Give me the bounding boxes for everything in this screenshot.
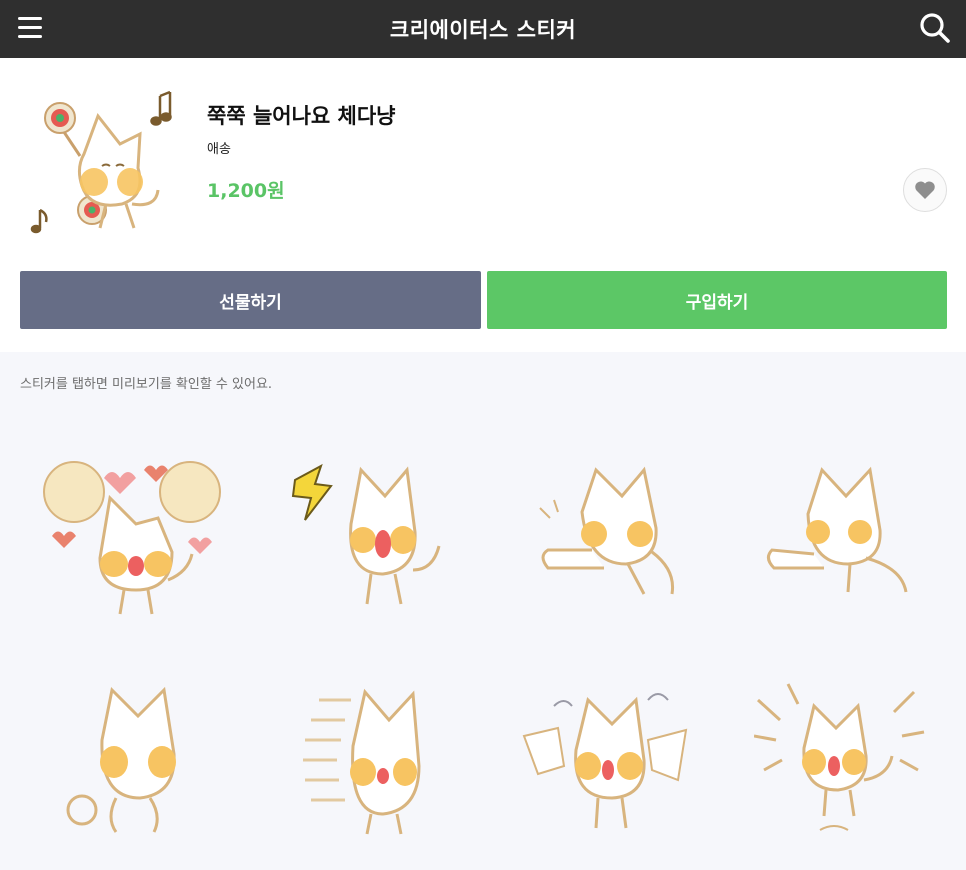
sticker-item[interactable]	[518, 670, 718, 870]
sticker-item[interactable]	[275, 670, 475, 870]
product-panel: 쭉쭉 늘어나요 체다냥 애송 1,200원 선물하기 구입하기	[0, 58, 966, 352]
search-icon[interactable]	[918, 11, 952, 45]
preview-hint: 스티커를 탭하면 미리보기를 확인할 수 있어요.	[20, 377, 273, 392]
buy-button[interactable]: 구입하기	[487, 271, 947, 329]
product-price: 1,200원	[207, 180, 285, 202]
page-title: 크리에이터스 스티커	[389, 18, 577, 42]
sticker-item[interactable]	[518, 440, 718, 640]
sticker-item[interactable]	[32, 670, 232, 870]
sticker-item[interactable]	[753, 670, 954, 870]
sticker-item[interactable]	[32, 440, 232, 640]
hamburger-menu-icon[interactable]	[18, 17, 42, 39]
sticker-item[interactable]	[275, 440, 475, 640]
gift-button[interactable]: 선물하기	[20, 271, 481, 329]
heart-icon	[915, 181, 935, 199]
like-button[interactable]	[903, 168, 947, 212]
sticker-item[interactable]	[754, 440, 954, 640]
top-app-bar: 크리에이터스 스티커	[0, 0, 966, 58]
sticker-grid	[0, 420, 966, 866]
product-name: 쭉쭉 늘어나요 체다냥	[207, 104, 396, 128]
product-author[interactable]: 애송	[207, 138, 231, 157]
product-thumbnail	[22, 86, 182, 246]
